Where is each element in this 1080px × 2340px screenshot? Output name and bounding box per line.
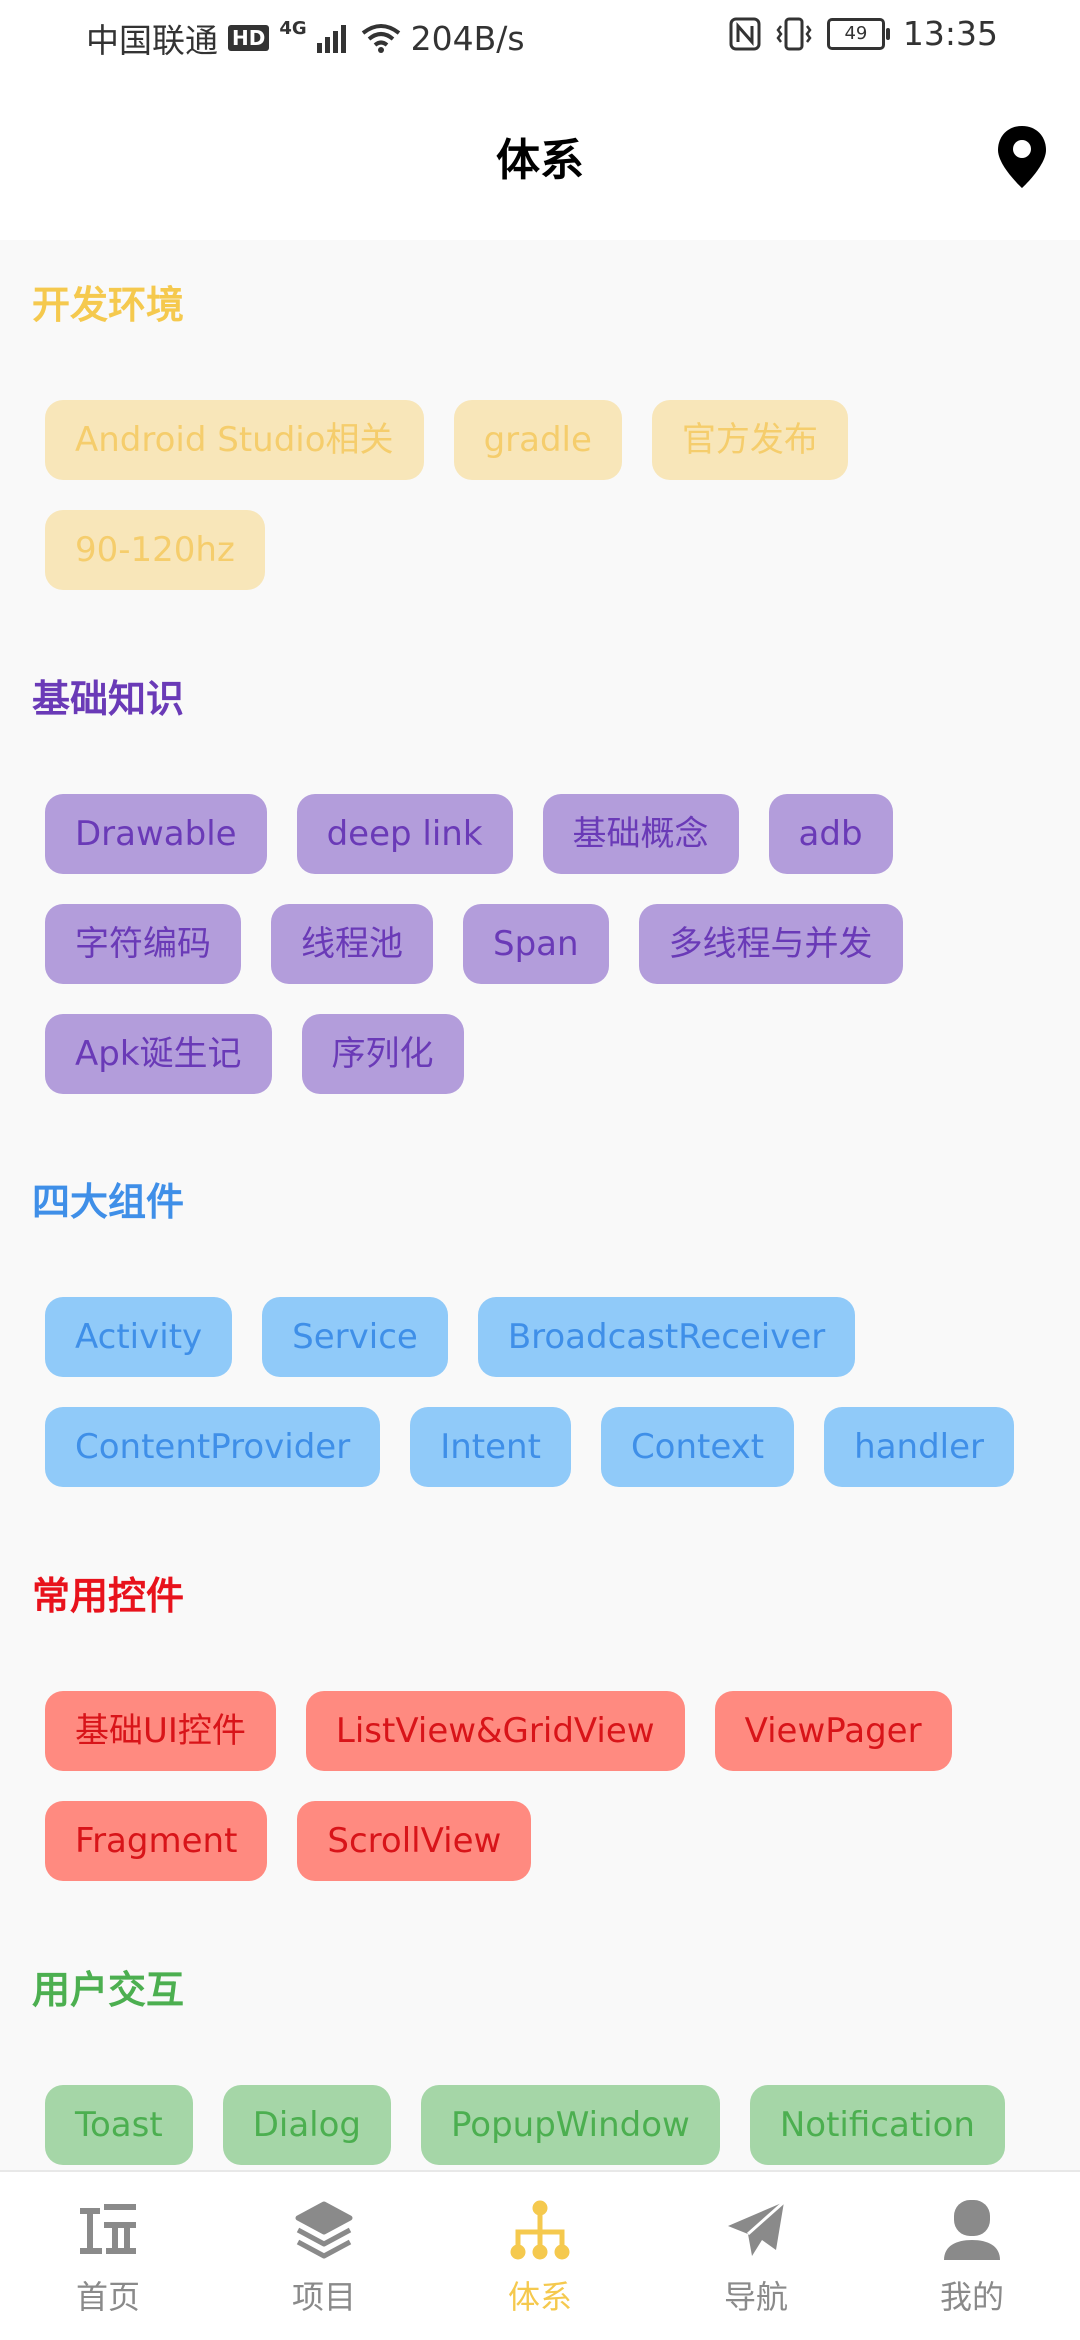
nav-item-project[interactable]: 项目 <box>216 2172 432 2340</box>
topic-chip[interactable]: Fragment <box>45 1801 268 1881</box>
topic-chip[interactable]: Dialog <box>222 2085 391 2165</box>
topic-chip[interactable]: Toast <box>45 2085 193 2165</box>
nav-label: 首页 <box>75 2278 140 2316</box>
paper-plane-icon <box>728 2200 785 2256</box>
bottom-navigation: 首页 项目 体系 导航 我的 <box>0 2170 1080 2340</box>
nav-label: 导航 <box>723 2278 788 2316</box>
vibrate-icon <box>776 17 812 50</box>
topic-chip[interactable]: ContentProvider <box>45 1407 381 1487</box>
hierarchy-icon <box>510 2200 570 2260</box>
status-bar: 中国联通 HD 4G 204B/s 49 13:35 <box>0 0 1080 76</box>
topic-chip[interactable]: 线程池 <box>271 904 433 984</box>
topic-chip[interactable]: ScrollView <box>297 1801 532 1881</box>
status-bar-right: 49 13:35 <box>729 14 998 53</box>
clock: 13:35 <box>902 14 998 53</box>
topic-chip[interactable]: Activity <box>45 1297 233 1377</box>
home-wan-icon <box>80 2204 136 2254</box>
section-title[interactable]: 基础知识 <box>32 668 184 723</box>
topic-chip[interactable]: PopupWindow <box>420 2085 720 2165</box>
status-bar-left: 中国联通 HD 4G 204B/s <box>86 14 525 62</box>
topic-chip[interactable]: deep link <box>296 794 513 874</box>
network-speed: 204B/s <box>410 18 525 58</box>
topic-chip[interactable]: Notification <box>749 2085 1005 2165</box>
topic-chip[interactable]: BroadcastReceiver <box>477 1297 856 1377</box>
network-type: 4G <box>279 17 307 39</box>
topic-chip[interactable]: Service <box>262 1297 448 1377</box>
nav-label: 体系 <box>507 2278 572 2316</box>
chip-group: Activity Service BroadcastReceiver ContentP… <box>45 1297 1055 1487</box>
nav-item-navigation[interactable]: 导航 <box>648 2172 864 2340</box>
hd-badge: HD <box>228 25 270 51</box>
section-title[interactable]: 用户交互 <box>32 1959 184 2014</box>
layers-icon <box>295 2201 353 2259</box>
topic-chip[interactable]: adb <box>768 794 893 874</box>
topic-chip[interactable]: 基础UI控件 <box>45 1691 276 1771</box>
topic-chip[interactable]: ListView&GridView <box>305 1691 685 1771</box>
topic-chip[interactable]: Span <box>463 904 609 984</box>
user-icon <box>944 2200 1000 2260</box>
nav-item-system[interactable]: 体系 <box>432 2172 648 2340</box>
wifi-icon <box>361 24 400 53</box>
signal-icon <box>316 25 346 53</box>
section-title[interactable]: 开发环境 <box>32 274 184 329</box>
nav-label: 项目 <box>291 2278 356 2316</box>
chip-group: Android Studio相关 gradle 官方发布 90-120hz <box>45 400 1055 590</box>
topic-chip[interactable]: 多线程与并发 <box>638 904 903 984</box>
topic-chip[interactable]: ViewPager <box>714 1691 952 1771</box>
app-bar: 体系 <box>0 76 1080 240</box>
topic-chip[interactable]: Context <box>600 1407 795 1487</box>
nfc-icon <box>729 17 761 50</box>
topic-chip[interactable]: Drawable <box>45 794 267 874</box>
location-pin-icon <box>998 126 1046 188</box>
chip-group: Drawable deep link 基础概念 adb 字符编码 线程池 Span 多线程与并… <box>45 794 1055 1094</box>
nav-item-home[interactable]: 首页 <box>0 2172 216 2340</box>
page-title: 体系 <box>496 135 584 186</box>
topic-chip[interactable]: 序列化 <box>301 1014 464 1094</box>
chip-group: Toast Dialog PopupWindow Notification <box>45 2085 1055 2165</box>
topic-chip[interactable]: Apk诞生记 <box>45 1014 272 1094</box>
topic-chip[interactable]: Intent <box>410 1407 571 1487</box>
topic-chip[interactable]: Android Studio相关 <box>45 400 424 480</box>
chip-group: 基础UI控件 ListView&GridView ViewPager Fragment… <box>45 1691 1055 1881</box>
battery-icon: 49 <box>826 17 890 50</box>
location-button[interactable] <box>992 122 1052 192</box>
carrier-label: 中国联通 <box>86 21 218 60</box>
section-title[interactable]: 常用控件 <box>32 1565 184 1620</box>
nav-label: 我的 <box>939 2278 1004 2316</box>
topic-chip[interactable]: 90-120hz <box>45 510 265 590</box>
section-title[interactable]: 四大组件 <box>32 1171 184 1226</box>
nav-item-mine[interactable]: 我的 <box>864 2172 1080 2340</box>
topic-chip[interactable]: 官方发布 <box>651 400 848 480</box>
topic-chip[interactable]: 基础概念 <box>542 794 739 874</box>
topic-chip[interactable]: 字符编码 <box>45 904 241 984</box>
knowledge-tree-list[interactable]: 开发环境 Android Studio相关 gradle 官方发布 90-120hz … <box>0 240 1080 2170</box>
topic-chip[interactable]: gradle <box>453 400 622 480</box>
topic-chip[interactable]: handler <box>824 1407 1014 1487</box>
